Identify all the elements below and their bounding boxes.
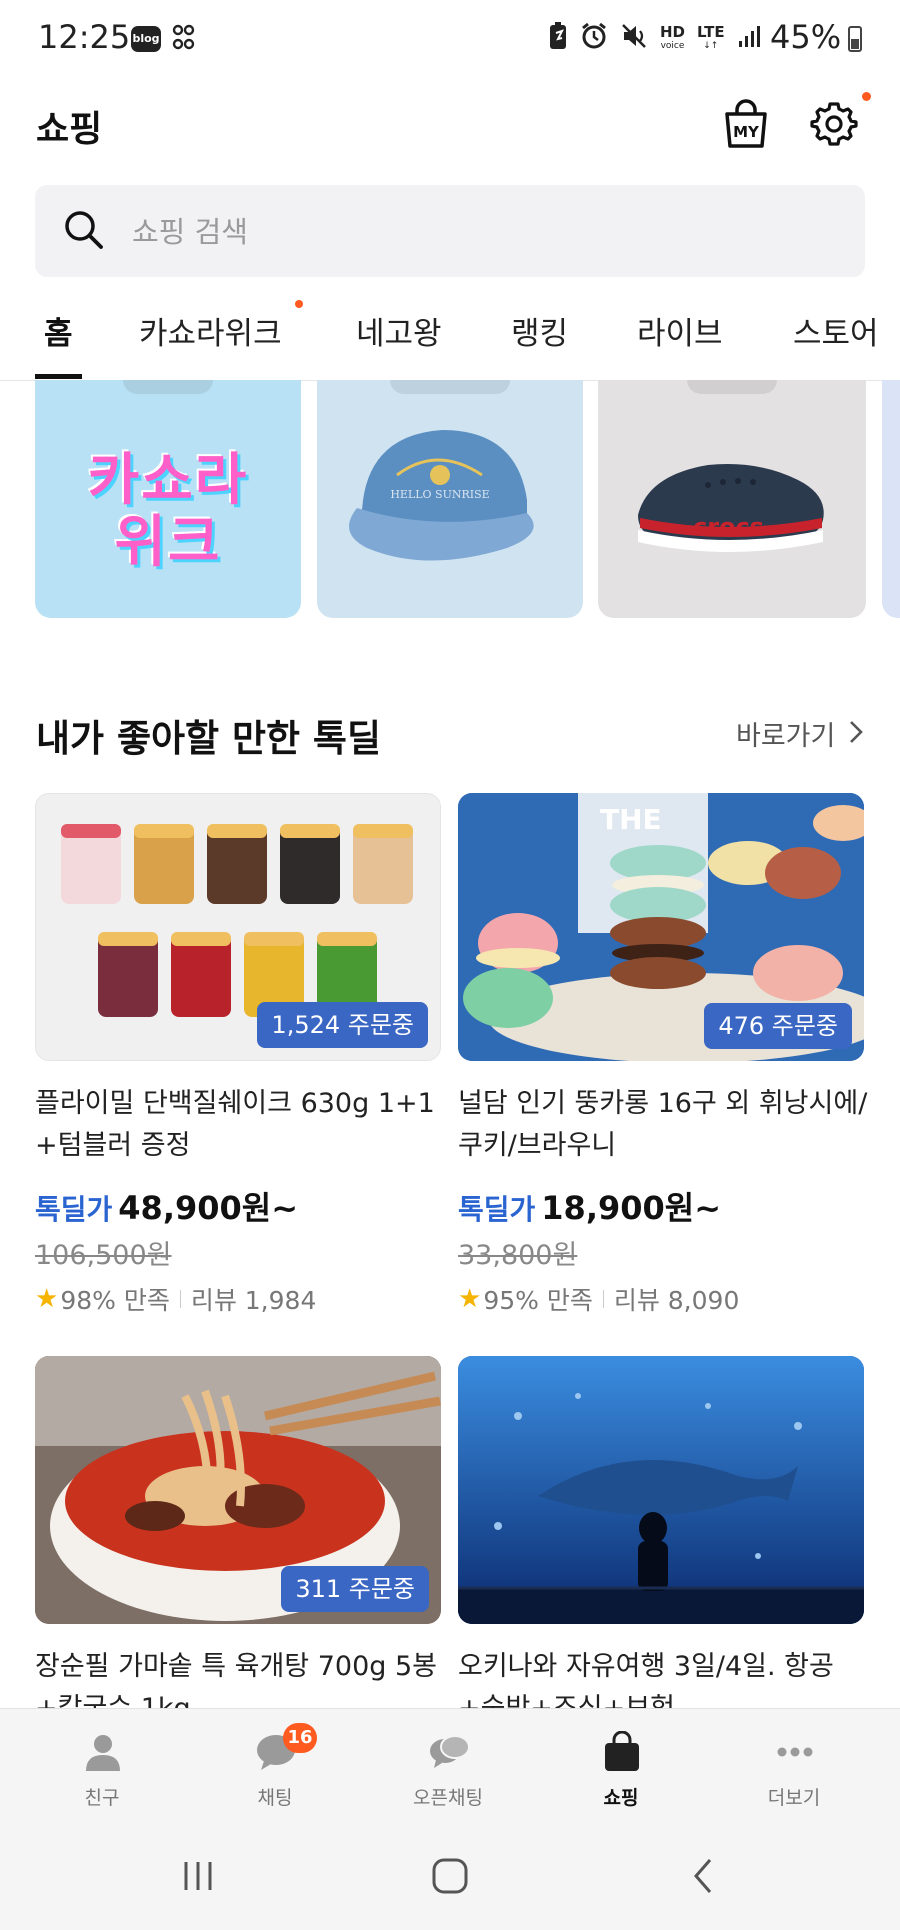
- nav-shopping[interactable]: 쇼핑: [561, 1709, 681, 1827]
- active-tab-indicator: [35, 374, 82, 379]
- carousel-card-kasho-week[interactable]: 카쇼라 위크: [35, 380, 301, 618]
- carousel-card-next-peek[interactable]: [882, 380, 900, 618]
- settings-gear-icon[interactable]: [810, 98, 858, 150]
- product-name: 장순필 가마솥 특 육개탕 700g 5봉+칼국수 1kg: [35, 1651, 438, 1708]
- product-image: 1,524 주문중: [35, 793, 441, 1061]
- my-shopping-button[interactable]: MY: [722, 98, 770, 150]
- product-card[interactable]: 311 주문중 장순필 가마솥 특 육개탕 700g 5봉+칼국수 1kg: [35, 1356, 441, 1708]
- blog-icon: blog: [131, 26, 161, 52]
- satisfaction-rate: 95% 만족: [483, 1286, 593, 1315]
- tab-store[interactable]: 스토어: [793, 308, 879, 353]
- hd-voice-icon: HD voice: [660, 23, 686, 52]
- rating-row: ★ 95% 만족 리뷰 8,090: [458, 1281, 739, 1317]
- tab-new-dot: [295, 300, 303, 308]
- category-tabs: 홈 카쇼라위크 네고왕 랭킹 라이브 스토어: [0, 300, 900, 381]
- star-icon: ★: [458, 1284, 482, 1314]
- svg-text:THE: THE: [600, 803, 662, 836]
- status-icons: HD voice LTE ↓↑: [548, 22, 763, 56]
- nav-more[interactable]: 더보기: [734, 1709, 854, 1827]
- original-price: 106,500원: [35, 1240, 172, 1271]
- card-label-pill: [123, 380, 213, 394]
- recent-apps-icon[interactable]: [178, 1856, 218, 1896]
- more-icon: [777, 1747, 813, 1757]
- price-row: 톡딜가 48,900원~: [35, 1183, 298, 1229]
- svg-text:HELLO SUNRISE: HELLO SUNRISE: [390, 488, 489, 501]
- back-button-icon[interactable]: [684, 1856, 724, 1896]
- deal-price: 48,900원~: [118, 1189, 299, 1227]
- product-name: 플라이밀 단백질쉐이크 630g 1+1 +텀블러 증정: [35, 1088, 435, 1161]
- order-count-badge: 311 주문중: [281, 1566, 429, 1612]
- card-label-pill: [390, 380, 510, 394]
- battery-icon: [848, 26, 862, 52]
- signal-icon: [737, 23, 763, 55]
- tab-ranking[interactable]: 랭킹: [511, 308, 568, 353]
- shopping-bag-icon: [605, 1731, 639, 1771]
- rating-row: ★ 98% 만족 리뷰 1,984: [35, 1281, 316, 1317]
- status-time: 12:25: [38, 18, 131, 56]
- home-button-icon[interactable]: [430, 1856, 470, 1896]
- nav-label: 친구: [84, 1787, 120, 1809]
- person-icon: [86, 1735, 120, 1771]
- satisfaction-rate: 98% 만족: [60, 1286, 170, 1315]
- search-icon: [61, 207, 107, 253]
- nav-chat[interactable]: 16 채팅: [215, 1709, 335, 1827]
- order-count-badge: 476 주문중: [704, 1003, 852, 1049]
- order-count-badge: 1,524 주문중: [257, 1002, 428, 1048]
- search-bar[interactable]: [35, 185, 865, 279]
- carousel-card-hat[interactable]: HELLO SUNRISE: [317, 380, 583, 618]
- search-input[interactable]: [130, 185, 834, 279]
- nav-open-chat[interactable]: 오픈채팅: [388, 1709, 508, 1827]
- alarm-icon: [580, 22, 608, 56]
- open-chat-icon: [430, 1735, 470, 1768]
- tab-home[interactable]: 홈: [44, 308, 73, 353]
- product-image: 311 주문중: [35, 1356, 441, 1624]
- star-icon: ★: [35, 1284, 59, 1314]
- page-title: 쇼핑: [36, 109, 103, 150]
- chevron-right-icon[interactable]: [848, 718, 864, 746]
- nav-label: 채팅: [257, 1787, 293, 1809]
- hat-image: HELLO SUNRISE: [349, 430, 534, 561]
- review-count: 리뷰 8,090: [613, 1286, 740, 1315]
- settings-notification-dot: [862, 92, 871, 101]
- price-row: 톡딜가 18,900원~: [458, 1183, 721, 1229]
- product-card[interactable]: THE 476 주문중 널담 인기 뚱카롱 16구 외 휘낭시에/쿠키/브라우니…: [458, 793, 867, 1315]
- battery-percent: 45%: [770, 18, 842, 56]
- status-bar: 12:25 blog HD voice LTE ↓↑ 45%: [0, 0, 900, 78]
- bottom-navigation: 친구 16 채팅 오픈채팅 쇼핑 더보기: [0, 1708, 900, 1827]
- mute-icon: [620, 22, 648, 56]
- original-price: 33,800원: [458, 1240, 578, 1271]
- carousel-card-crocs[interactable]: crocs: [598, 380, 866, 618]
- divider: [602, 1290, 604, 1308]
- battery-saver-icon: [548, 21, 568, 57]
- system-navigation-bar: [0, 1826, 900, 1930]
- unread-count-badge: 16: [283, 1723, 317, 1753]
- product-card[interactable]: 오키나와 자유여행 3일/4일. 항공+숙박+조식+보험: [458, 1356, 864, 1708]
- kasho-week-logo: 카쇼라 위크: [87, 448, 249, 575]
- nav-label: 더보기: [767, 1787, 821, 1809]
- tab-live[interactable]: 라이브: [637, 308, 723, 353]
- crocs-image: crocs: [638, 464, 824, 552]
- product-image: THE 476 주문중: [458, 793, 864, 1061]
- nav-friends[interactable]: 친구: [42, 1709, 162, 1827]
- svg-text:crocs: crocs: [693, 513, 764, 541]
- deal-label: 톡딜가: [35, 1193, 113, 1226]
- divider: [179, 1290, 181, 1308]
- notification-app-icon: [172, 22, 198, 57]
- tab-nego-king[interactable]: 네고왕: [356, 308, 442, 353]
- nav-label: 오픈채팅: [413, 1787, 483, 1809]
- deal-price: 18,900원~: [541, 1189, 722, 1227]
- lte-icon: LTE ↓↑: [697, 23, 725, 52]
- product-image: [458, 1356, 864, 1624]
- nav-label: 쇼핑: [603, 1787, 639, 1809]
- tab-kasho-week[interactable]: 카쇼라위크: [139, 308, 282, 353]
- product-card[interactable]: 1,524 주문중 플라이밀 단백질쉐이크 630g 1+1 +텀블러 증정 톡…: [35, 793, 441, 1315]
- card-label-pill: [687, 380, 777, 394]
- product-name: 널담 인기 뚱카롱 16구 외 휘낭시에/쿠키/브라우니: [458, 1088, 868, 1161]
- deal-label: 톡딜가: [458, 1193, 536, 1226]
- review-count: 리뷰 1,984: [190, 1286, 317, 1315]
- product-name: 오키나와 자유여행 3일/4일. 항공+숙박+조식+보험: [458, 1651, 834, 1708]
- goto-link[interactable]: 바로가기: [736, 714, 835, 753]
- section-title: 내가 좋아할 만한 톡딜: [36, 717, 382, 760]
- svg-text:MY: MY: [733, 123, 760, 141]
